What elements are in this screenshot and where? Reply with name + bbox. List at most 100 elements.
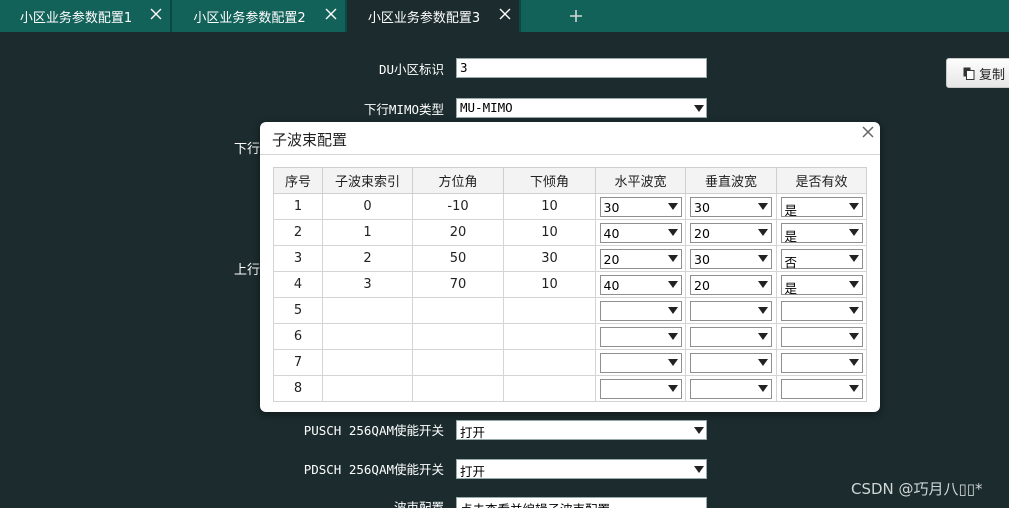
sub-beam-config-dialog: 子波束配置 序号 子波束索引 方位角 下倾角 水平波宽 垂直波宽 是否有效 10… — [260, 122, 880, 412]
table-row: 3 2 50 30 20 30 否 — [273, 245, 867, 272]
row-number: 6 — [273, 323, 323, 350]
chevron-down-icon — [694, 427, 704, 434]
vertical-width-select[interactable]: 30 — [690, 248, 772, 269]
beam-config-input[interactable]: 点击查看并编辑子波束配置 — [456, 497, 707, 508]
tilt-cell[interactable]: 10 — [503, 219, 596, 246]
chevron-down-icon — [848, 254, 859, 262]
table-row: 2 1 20 10 40 20 是 — [273, 219, 867, 246]
dialog-header: 子波束配置 — [260, 122, 880, 155]
valid-cell — [776, 375, 867, 402]
tilt-cell[interactable] — [503, 349, 596, 376]
vertical-width-select[interactable]: 20 — [690, 222, 772, 243]
horizontal-width-cell: 20 — [595, 245, 686, 272]
tilt-cell[interactable] — [503, 297, 596, 324]
column-header: 是否有效 — [776, 167, 867, 194]
vertical-width-cell — [685, 375, 777, 402]
tab-label: 小区业务参数配置3 — [367, 10, 481, 26]
tab-cell-config-2[interactable]: 小区业务参数配置2 — [172, 0, 347, 32]
azimuth-cell[interactable]: 70 — [412, 271, 504, 298]
azimuth-cell[interactable] — [412, 375, 504, 402]
tilt-cell[interactable] — [503, 375, 596, 402]
azimuth-cell[interactable]: 20 — [412, 219, 504, 246]
close-icon[interactable] — [860, 124, 876, 140]
pusch-256qam-label: PUSCH 256QAM使能开关 — [303, 423, 444, 438]
azimuth-cell[interactable]: 50 — [412, 245, 504, 272]
dl-mimo-type-select[interactable]: MU-MIMO — [456, 98, 707, 118]
column-header: 子波束索引 — [322, 167, 413, 194]
table-row: 1 0 -10 10 30 30 是 — [273, 193, 867, 220]
tilt-cell[interactable]: 10 — [503, 193, 596, 220]
valid-select[interactable]: 是 — [780, 274, 863, 296]
chevron-down-icon — [848, 202, 859, 210]
sub-beam-index-cell[interactable]: 2 — [322, 245, 413, 272]
azimuth-cell[interactable] — [412, 297, 504, 324]
row-number: 5 — [273, 297, 323, 324]
valid-select[interactable] — [780, 378, 863, 399]
chevron-down-icon — [758, 332, 768, 340]
sub-beam-index-cell[interactable] — [322, 349, 413, 376]
chevron-down-icon — [848, 306, 859, 314]
chevron-down-icon — [848, 280, 859, 288]
select-value: 20 — [694, 277, 710, 293]
sub-beam-index-cell[interactable]: 0 — [322, 193, 413, 220]
vertical-width-select[interactable] — [690, 378, 772, 399]
sub-beam-index-cell[interactable]: 1 — [322, 219, 413, 246]
tab-cell-config-1[interactable]: 小区业务参数配置1 — [0, 0, 172, 32]
sub-beam-index-cell[interactable] — [322, 323, 413, 350]
chevron-down-icon — [667, 228, 678, 236]
vertical-width-select[interactable] — [690, 300, 772, 321]
sub-beam-index-cell[interactable] — [322, 297, 413, 324]
pdsch-256qam-value: 打开 — [460, 464, 486, 479]
column-header: 下倾角 — [503, 167, 596, 194]
valid-cell: 是 — [776, 271, 867, 298]
chevron-down-icon — [758, 254, 768, 262]
tilt-cell[interactable]: 30 — [503, 245, 596, 272]
valid-select[interactable]: 是 — [780, 196, 863, 218]
close-icon[interactable] — [323, 6, 339, 22]
valid-select[interactable] — [780, 300, 863, 321]
horizontal-width-select[interactable]: 20 — [599, 248, 682, 269]
vertical-width-cell: 30 — [685, 245, 777, 272]
chevron-down-icon — [848, 332, 859, 340]
vertical-width-cell: 20 — [685, 219, 777, 246]
sub-beam-index-cell[interactable]: 3 — [322, 271, 413, 298]
pusch-256qam-select[interactable]: 打开 — [456, 420, 707, 440]
horizontal-width-select[interactable] — [599, 352, 682, 373]
azimuth-cell[interactable] — [412, 349, 504, 376]
valid-select[interactable] — [780, 352, 863, 373]
copy-button[interactable]: 复制 — [946, 58, 1009, 88]
row-number: 3 — [273, 245, 323, 272]
table-row: 5 — [273, 297, 867, 324]
valid-select[interactable]: 否 — [780, 248, 863, 270]
horizontal-width-select[interactable] — [599, 378, 682, 399]
row-number: 4 — [273, 271, 323, 298]
tilt-cell[interactable]: 10 — [503, 271, 596, 298]
vertical-width-select[interactable]: 20 — [690, 274, 772, 295]
close-icon[interactable] — [497, 6, 513, 22]
horizontal-width-select[interactable]: 40 — [599, 222, 682, 243]
azimuth-cell[interactable] — [412, 323, 504, 350]
sub-beam-index-cell[interactable] — [322, 375, 413, 402]
horizontal-width-cell — [595, 375, 686, 402]
vertical-width-select[interactable] — [690, 352, 772, 373]
valid-select[interactable] — [780, 326, 863, 347]
horizontal-width-cell — [595, 349, 686, 376]
beam-config-label: 波束配置 — [393, 500, 444, 508]
tilt-cell[interactable] — [503, 323, 596, 350]
valid-select[interactable]: 是 — [780, 222, 863, 244]
select-value: 30 — [694, 199, 710, 215]
close-icon[interactable] — [148, 6, 164, 22]
horizontal-width-select[interactable]: 30 — [599, 196, 682, 217]
vertical-width-select[interactable]: 30 — [690, 196, 772, 217]
du-cell-id-input[interactable]: 3 — [456, 58, 707, 78]
horizontal-width-select[interactable] — [599, 300, 682, 321]
horizontal-width-select[interactable]: 40 — [599, 274, 682, 295]
azimuth-cell[interactable]: -10 — [412, 193, 504, 220]
tab-cell-config-3[interactable]: 小区业务参数配置3 — [347, 0, 521, 32]
tab-label: 小区业务参数配置1 — [19, 10, 133, 26]
plus-icon[interactable] — [568, 8, 584, 24]
vertical-width-select[interactable] — [690, 326, 772, 347]
pdsch-256qam-select[interactable]: 打开 — [456, 459, 707, 479]
chevron-down-icon — [667, 306, 678, 314]
horizontal-width-select[interactable] — [599, 326, 682, 347]
